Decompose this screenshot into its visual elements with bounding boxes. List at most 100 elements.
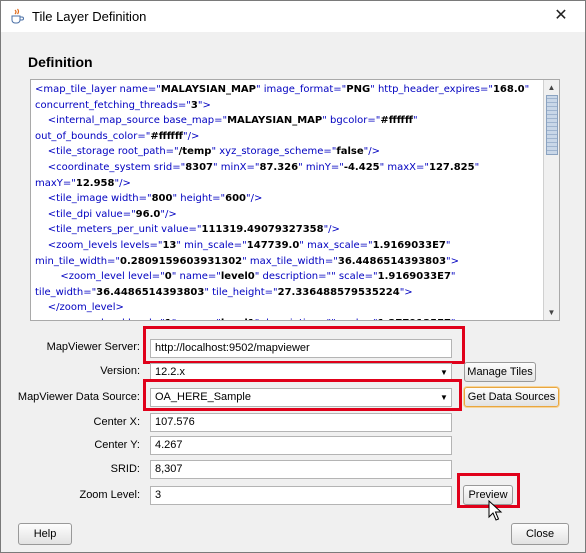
xml-line: <tile_storage root_path="/temp" xyz_stor… [35,144,543,160]
xml-attr-value: 147739.0 [246,239,300,251]
xml-line: tile_width="36.4486514393803" tile_heigh… [35,285,543,301]
xml-attr-value: 1.9169033E7 [372,239,446,251]
xml-attr-value: MALAYSIAN_MAP [160,84,256,95]
zoom-level-label: Zoom Level: [79,489,140,501]
xml-line: <tile_meters_per_unit value="111319.4907… [35,222,543,238]
xml-markup: "/> [114,177,131,189]
xml-line: <zoom_level level="0" name="level0" desc… [35,269,543,285]
zoom-level-input[interactable]: 3 [150,486,452,505]
xml-markup: "/> [245,193,263,205]
scroll-down-icon[interactable]: ▼ [544,305,559,320]
xml-attr-value: 87.326 [259,161,299,173]
xml-attr-value: 127.825 [429,161,475,173]
xml-markup: " name=" [171,271,221,283]
xml-line: <map_tile_layer name="MALAYSIAN_MAP" ima… [35,82,543,98]
xml-markup: <map_tile_layer name=" [35,84,161,95]
tile-layer-dialog: Tile Layer Definition ✕ Definition <map_… [0,0,586,553]
xml-line: <zoom_levels levels="13" min_scale="1477… [35,238,543,254]
xml-markup: " [413,115,418,127]
version-selected-value: 12.2.x [155,366,185,378]
xml-markup: " xyz_storage_scheme=" [211,146,337,158]
xml-markup: " description="" scale=" [255,318,378,320]
xml-markup: <tile_image width=" [35,193,152,205]
server-highlight-box [143,326,465,364]
dialog-body: Definition <map_tile_layer name="MALAYSI… [2,32,584,552]
srid-input[interactable]: 8,307 [150,460,452,479]
xml-line: min_tile_width="0.2809159603931302" max_… [35,254,543,270]
get-data-sources-button[interactable]: Get Data Sources [464,387,559,407]
center-x-input[interactable]: 107.576 [150,413,452,432]
xml-markup: "/> [160,208,177,220]
close-icon[interactable]: ✕ [547,5,575,27]
xml-markup: </zoom_level> [35,302,124,314]
xml-markup: " [524,84,530,95]
xml-markup: <tile_meters_per_unit value=" [35,224,202,236]
xml-markup: <tile_storage root_path=" [35,146,179,158]
xml-markup: " image_format=" [255,84,347,95]
xml-attr-value: 1.2779125E7 [378,318,451,320]
xml-line: <coordinate_system srid="8307" minX="87.… [35,160,543,176]
xml-attr-value: 27.336488579535224 [277,286,400,298]
data-source-label: MapViewer Data Source: [17,391,140,403]
xml-markup: tile_width=" [35,286,97,298]
mouse-pointer-icon [488,500,503,521]
xml-markup: "/> [323,224,340,236]
xml-markup: " http_header_expires=" [370,84,493,95]
xml-markup: " min_scale=" [176,239,247,251]
version-label: Version: [100,365,140,377]
data-source-highlight-box [143,379,462,411]
scroll-thumb[interactable] [546,95,558,155]
title-bar: Tile Layer Definition ✕ [1,1,585,32]
xml-attr-value: 800 [151,193,173,205]
xml-attr-value: 0.2809159603931302 [120,255,243,267]
xml-markup: " bgcolor=" [322,115,381,127]
xml-line: </zoom_level> [35,300,543,316]
xml-attr-value: 36.4486514393803 [337,255,447,267]
xml-attr-value: 168.0 [492,84,525,95]
xml-line: <internal_map_source base_map="MALAYSIAN… [35,113,543,129]
vertical-scrollbar[interactable]: ▲ ▼ [543,80,559,320]
xml-markup: " [474,161,480,173]
xml-markup: " minX=" [213,161,260,173]
xml-attr-value: 0 [164,271,172,283]
xml-attr-value: 600 [225,193,246,205]
srid-label: SRID: [110,463,140,475]
xml-markup: " tile_height=" [204,286,278,298]
scroll-up-icon[interactable]: ▲ [544,80,559,95]
xml-markup: " [450,271,456,283]
xml-markup: out_of_bounds_color=" [35,130,151,142]
section-heading: Definition [28,54,93,70]
xml-markup: "/> [183,130,200,142]
xml-markup: <zoom_levels levels=" [35,239,163,251]
xml-definition-text[interactable]: <map_tile_layer name="MALAYSIAN_MAP" ima… [35,82,543,320]
xml-markup: min_tile_width=" [35,255,121,267]
xml-markup: <coordinate_system srid=" [35,161,186,173]
xml-markup: " height=" [172,193,226,205]
window-title: Tile Layer Definition [32,9,147,24]
manage-tiles-button[interactable]: Manage Tiles [464,362,536,382]
xml-markup: <internal_map_source base_map=" [35,115,228,127]
xml-markup: " maxX=" [379,161,430,173]
xml-attr-value: 8307 [185,161,214,173]
xml-attr-value: 111319.49079327358 [201,224,324,236]
xml-attr-value: #ffffff [380,115,414,127]
xml-attr-value: 36.4486514393803 [96,286,205,298]
java-cup-icon [11,8,24,24]
xml-markup: " description="" scale=" [254,271,378,283]
help-button[interactable]: Help [18,523,72,545]
xml-attr-value: 3 [190,99,198,111]
xml-markup: " name=" [172,318,221,320]
center-y-label: Center Y: [94,439,140,451]
xml-attr-value: MALAYSIAN_MAP [227,115,323,127]
xml-attr-value: 12.958 [75,177,115,189]
definition-textarea[interactable]: <map_tile_layer name="MALAYSIAN_MAP" ima… [30,79,560,321]
xml-attr-value: level1 [221,318,255,320]
xml-attr-value: 13 [162,239,177,251]
xml-line: out_of_bounds_color="#ffffff"/> [35,129,543,145]
xml-markup: maxY=" [35,177,76,189]
xml-line: <tile_image width="800" height="600"/> [35,191,543,207]
xml-line: <tile_dpi value="96.0"/> [35,207,543,223]
close-button[interactable]: Close [511,523,569,545]
center-y-input[interactable]: 4.267 [150,436,452,455]
xml-attr-value: level0 [220,271,255,283]
